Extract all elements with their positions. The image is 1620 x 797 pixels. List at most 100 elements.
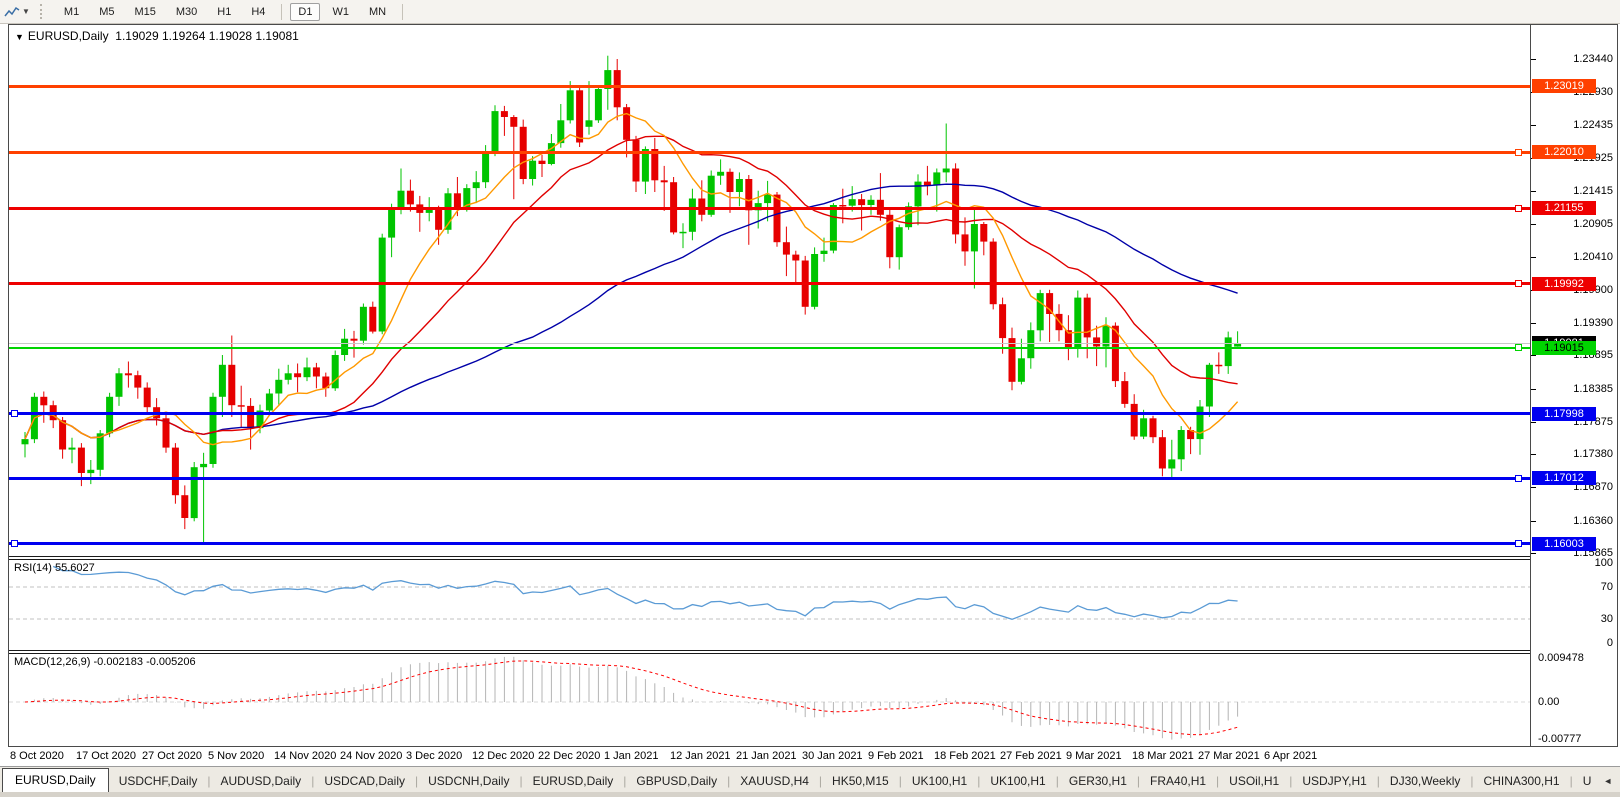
axis-tick-mark xyxy=(1531,389,1536,390)
chart-type-dropdown-button[interactable]: ▼ xyxy=(4,5,30,19)
time-axis[interactable]: 8 Oct 202017 Oct 202027 Oct 20205 Nov 20… xyxy=(8,748,1618,765)
rsi-tick-label: 30 xyxy=(1601,613,1613,625)
horizontal-line-1.23019[interactable] xyxy=(9,85,1530,88)
axis-tick-mark xyxy=(1531,521,1536,522)
macd-panel-canvas[interactable] xyxy=(9,654,1530,746)
price-level-badge: 1.16003 xyxy=(1532,537,1596,551)
chart-tab-dj30-weekly[interactable]: DJ30,Weekly xyxy=(1380,770,1470,793)
candlestick-chart-icon xyxy=(4,5,20,19)
pane-divider[interactable] xyxy=(9,650,1617,651)
line-anchor-handle[interactable] xyxy=(1515,344,1522,351)
symbol-dropdown-icon[interactable]: ▼ xyxy=(15,32,24,42)
chart-tab-usoil-h1[interactable]: USOil,H1 xyxy=(1219,770,1289,793)
chart-tab-eurusd-daily[interactable]: EURUSD,Daily xyxy=(2,768,109,793)
horizontal-line-1.17998[interactable] xyxy=(9,412,1530,415)
chart-tab-usdcnh-daily[interactable]: USDCNH,Daily xyxy=(418,770,519,793)
horizontal-line-1.17012[interactable] xyxy=(9,477,1530,480)
axis-tick-mark xyxy=(1531,59,1536,60)
line-anchor-handle[interactable] xyxy=(1515,475,1522,482)
price-tick-label: 1.22435 xyxy=(1573,119,1613,131)
chart-tab-fra40-h1[interactable]: FRA40,H1 xyxy=(1140,770,1216,793)
horizontal-line-1.21155[interactable] xyxy=(9,207,1530,210)
pane-divider[interactable] xyxy=(9,556,1617,557)
horizontal-line-1.16003[interactable] xyxy=(9,542,1530,545)
horizontal-line-1.22010[interactable] xyxy=(9,151,1530,154)
price-tick-label: 1.17380 xyxy=(1573,448,1613,460)
line-anchor-handle[interactable] xyxy=(11,540,18,547)
timeframe-button-w1[interactable]: W1 xyxy=(324,3,357,21)
price-axis[interactable]: 1.234401.229301.224351.219251.214151.209… xyxy=(1531,25,1617,746)
date-label: 9 Mar 2021 xyxy=(1066,750,1122,762)
line-anchor-handle[interactable] xyxy=(11,410,18,417)
price-level-badge: 1.17012 xyxy=(1532,471,1596,485)
date-label: 18 Mar 2021 xyxy=(1132,750,1194,762)
chart-tab-usdcad-daily[interactable]: USDCAD,Daily xyxy=(314,770,415,793)
chart-tab-ger30-h1[interactable]: GER30,H1 xyxy=(1059,770,1137,793)
tab-scroll-right-icon[interactable]: ► xyxy=(1616,776,1620,793)
rsi-panel-canvas[interactable] xyxy=(9,560,1530,649)
price-tick-label: 1.23440 xyxy=(1573,53,1613,65)
macd-tick-label: -0.00777 xyxy=(1538,733,1581,745)
date-label: 12 Dec 2020 xyxy=(472,750,534,762)
date-label: 17 Oct 2020 xyxy=(76,750,136,762)
chart-tab-hk50-m15[interactable]: HK50,M15 xyxy=(822,770,899,793)
timeframe-button-m15[interactable]: M15 xyxy=(126,3,163,21)
toolbar-separator xyxy=(402,4,403,20)
timeframe-button-h1[interactable]: H1 xyxy=(209,3,239,21)
timeframe-button-h4[interactable]: H4 xyxy=(243,3,273,21)
chart-tab-audusd-daily[interactable]: AUDUSD,Daily xyxy=(211,770,312,793)
chart-tab-u[interactable]: U xyxy=(1573,770,1602,793)
chart-tab-gbpusd-daily[interactable]: GBPUSD,Daily xyxy=(626,770,727,793)
horizontal-line-1.19992[interactable] xyxy=(9,282,1530,285)
chart-tab-uk100-h1[interactable]: UK100,H1 xyxy=(980,770,1055,793)
axis-tick-mark xyxy=(1531,355,1536,356)
chart-tab-xauusd-h4[interactable]: XAUUSD,H4 xyxy=(730,770,819,793)
date-label: 22 Dec 2020 xyxy=(538,750,600,762)
chart-tab-eurusd-daily[interactable]: EURUSD,Daily xyxy=(523,770,624,793)
rsi-tick-label: 70 xyxy=(1601,581,1613,593)
price-level-badge: 1.19992 xyxy=(1532,277,1596,291)
price-tick-label: 1.18385 xyxy=(1573,383,1613,395)
horizontal-line-gray[interactable] xyxy=(9,343,1530,344)
axis-tick-mark xyxy=(1531,487,1536,488)
price-level-badge: 1.19015 xyxy=(1532,341,1596,355)
chart-tab-china300-h1[interactable]: CHINA300,H1 xyxy=(1474,770,1570,793)
toolbar-grip-handle[interactable] xyxy=(40,4,46,19)
date-label: 1 Jan 2021 xyxy=(604,750,658,762)
date-label: 27 Mar 2021 xyxy=(1198,750,1260,762)
chart-tab-uk100-h1[interactable]: UK100,H1 xyxy=(902,770,977,793)
timeframe-button-mn[interactable]: MN xyxy=(361,3,394,21)
axis-tick-mark xyxy=(1531,257,1536,258)
timeframe-buttons: M1M5M15 M30H1H4 D1W1MN xyxy=(54,3,409,21)
axis-tick-mark xyxy=(1531,553,1536,554)
line-anchor-handle[interactable] xyxy=(1515,280,1522,287)
rsi-line xyxy=(53,566,1237,619)
horizontal-lines-layer xyxy=(9,25,1530,556)
price-level-badge: 1.21155 xyxy=(1532,201,1596,215)
price-tick-label: 1.19390 xyxy=(1573,317,1613,329)
timeframe-button-d1[interactable]: D1 xyxy=(290,3,320,21)
line-anchor-handle[interactable] xyxy=(1515,149,1522,156)
axis-tick-mark xyxy=(1531,191,1536,192)
rsi-tick-label: 0 xyxy=(1607,637,1613,649)
macd-tick-label: 0.00 xyxy=(1538,696,1559,708)
trading-terminal: ▼ M1M5M15 M30H1H4 D1W1MN ▼ EURUSD,Daily 1.1… xyxy=(0,0,1620,797)
chart-tab-bar: EURUSD,DailyUSDCHF,Daily|AUDUSD,Daily|US… xyxy=(0,766,1620,793)
line-anchor-handle[interactable] xyxy=(1515,205,1522,212)
date-label: 27 Feb 2021 xyxy=(1000,750,1062,762)
horizontal-line-1.19015[interactable] xyxy=(9,347,1530,349)
date-label: 8 Oct 2020 xyxy=(10,750,64,762)
date-label: 5 Nov 2020 xyxy=(208,750,264,762)
price-level-badge: 1.23019 xyxy=(1532,79,1596,93)
rsi-tick-label: 100 xyxy=(1595,557,1613,569)
chart-tab-usdchf-daily[interactable]: USDCHF,Daily xyxy=(109,770,208,793)
chart-tab-usdjpy-h1[interactable]: USDJPY,H1 xyxy=(1292,770,1376,793)
timeframe-button-m5[interactable]: M5 xyxy=(91,3,122,21)
date-label: 18 Feb 2021 xyxy=(934,750,996,762)
timeframe-button-m1[interactable]: M1 xyxy=(56,3,87,21)
timeframe-button-m30[interactable]: M30 xyxy=(168,3,205,21)
tab-scroll-left-icon[interactable]: ◄ xyxy=(1601,776,1616,793)
status-strip xyxy=(0,792,1620,797)
axis-tick-mark xyxy=(1531,224,1536,225)
line-anchor-handle[interactable] xyxy=(1515,540,1522,547)
